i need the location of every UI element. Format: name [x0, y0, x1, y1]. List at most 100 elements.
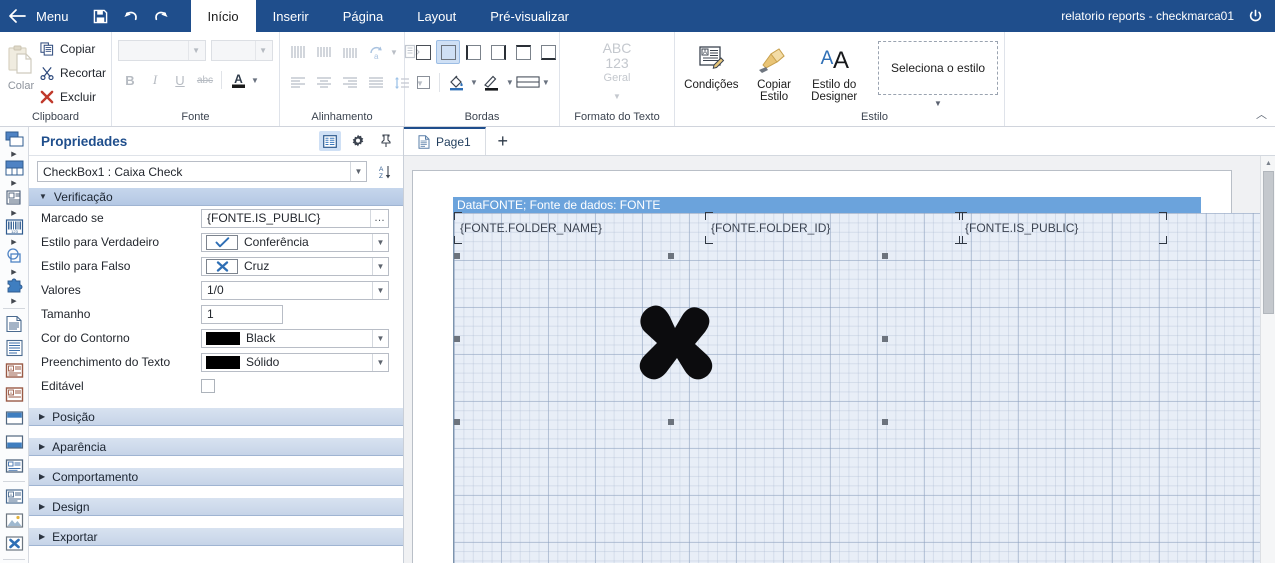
estilo-verdadeiro-dropdown[interactable]: Conferência ▼ — [201, 232, 389, 252]
menu-button[interactable]: Menu — [34, 0, 81, 32]
align-bottom-button[interactable] — [338, 40, 362, 64]
border-bottom-button[interactable] — [536, 40, 560, 64]
resize-corner[interactable] — [454, 236, 462, 244]
tab-inicio[interactable]: Início — [190, 0, 256, 32]
border-top-button[interactable] — [511, 40, 535, 64]
resize-handle-se[interactable] — [882, 419, 888, 425]
chevron-down-icon[interactable]: ▼ — [542, 78, 550, 87]
resize-corner[interactable] — [705, 236, 713, 244]
sort-az-icon[interactable]: AZ — [373, 162, 395, 182]
undo-icon[interactable] — [117, 0, 145, 32]
align-justify-button[interactable] — [364, 71, 388, 95]
editavel-checkbox[interactable] — [201, 379, 215, 393]
text-rotation-button[interactable]: a — [364, 40, 388, 64]
canvas-vertical-scrollbar[interactable]: ▲ — [1260, 156, 1275, 563]
font-size-combo[interactable]: ▼ — [211, 40, 273, 61]
delete-button[interactable]: Excluir — [38, 85, 112, 109]
category-design[interactable]: ▶ Design — [29, 497, 403, 516]
tool-bands-expander[interactable]: ▶ — [1, 150, 28, 159]
power-icon[interactable] — [1244, 9, 1267, 24]
cut-button[interactable]: Recortar — [38, 61, 112, 85]
preenchimento-texto-dropdown[interactable]: Sólido ▼ — [201, 352, 389, 372]
tool-bands[interactable] — [1, 129, 28, 150]
pin-icon[interactable] — [375, 131, 397, 151]
align-center-button[interactable] — [312, 71, 336, 95]
category-posicao[interactable]: ▶ Posição — [29, 407, 403, 426]
tool-shapes-expander[interactable]: ▶ — [1, 267, 28, 276]
category-comportamento[interactable]: ▶ Comportamento — [29, 467, 403, 486]
tool-data-text[interactable]: A — [1, 360, 28, 384]
marcado-se-input[interactable]: {FONTE.IS_PUBLIC} … — [201, 208, 389, 228]
chevron-down-icon[interactable]: ▼ — [506, 78, 514, 87]
object-selector[interactable]: CheckBox1 : Caixa Check ▼ — [37, 161, 367, 182]
add-page-button[interactable]: + — [486, 127, 520, 155]
properties-list-icon[interactable] — [319, 131, 341, 151]
tool-table[interactable] — [1, 454, 28, 478]
report-page[interactable]: DataFONTE; Fonte de dados: FONTE {FONTE.… — [412, 170, 1271, 563]
resize-handle-w[interactable] — [454, 336, 460, 342]
tool-barcode[interactable]: 123 — [1, 217, 28, 238]
estilo-falso-dropdown[interactable]: Cruz ▼ — [201, 256, 389, 276]
tab-pre-visualizar[interactable]: Pré-visualizar — [473, 0, 586, 32]
tool-image[interactable] — [1, 509, 28, 533]
strikethrough-button[interactable]: abc — [193, 68, 217, 92]
category-aparencia[interactable]: ▶ Aparência — [29, 437, 403, 456]
selected-checkbox-component[interactable] — [454, 253, 888, 425]
align-left-button[interactable] — [286, 71, 310, 95]
tool-data-band-expander[interactable]: ▶ — [1, 209, 28, 218]
tool-text[interactable] — [1, 312, 28, 336]
redo-icon[interactable] — [147, 0, 175, 32]
chevron-down-icon[interactable]: ▼ — [372, 329, 388, 347]
category-exportar[interactable]: ▶ Exportar — [29, 527, 403, 546]
designer-style-button[interactable]: AA Estilo do Designer — [806, 37, 862, 103]
resize-handle-nw[interactable] — [454, 253, 460, 259]
tool-checkbox[interactable] — [1, 532, 28, 556]
italic-button[interactable]: I — [143, 68, 167, 92]
text-format-button[interactable]: ABC 123 Geral ▼ — [584, 37, 650, 104]
font-name-combo[interactable]: ▼ — [118, 40, 206, 61]
back-button[interactable] — [0, 0, 34, 32]
ellipsis-button[interactable]: … — [370, 209, 388, 227]
tool-cross-bands-expander[interactable]: ▶ — [1, 179, 28, 188]
tool-barcode-expander[interactable]: ▶ — [1, 238, 28, 247]
resize-handle-n[interactable] — [668, 253, 674, 259]
chevron-down-icon[interactable]: ▼ — [470, 78, 478, 87]
tool-panel-top[interactable] — [1, 407, 28, 431]
chevron-down-icon[interactable]: ▼ — [251, 76, 259, 85]
align-right-button[interactable] — [338, 71, 362, 95]
paste-button[interactable]: Colar — [6, 37, 36, 92]
font-color-button[interactable]: A — [226, 68, 250, 92]
border-none-button[interactable] — [436, 40, 460, 64]
chevron-down-icon[interactable]: ▼ — [372, 233, 388, 251]
border-clear-button[interactable] — [411, 70, 435, 94]
style-picker-chevron-down-icon[interactable]: ▼ — [878, 99, 998, 108]
format-painter-button[interactable]: Copiar Estilo — [744, 37, 805, 103]
canvas-scroll-area[interactable]: DataFONTE; Fonte de dados: FONTE {FONTE.… — [404, 156, 1275, 563]
resize-corner[interactable] — [705, 212, 713, 220]
tool-components-expander[interactable]: ▶ — [1, 297, 28, 306]
border-right-button[interactable] — [486, 40, 510, 64]
category-verificacao[interactable]: ▼ Verificação — [29, 187, 403, 206]
tool-cross-bands[interactable] — [1, 158, 28, 179]
save-icon[interactable] — [87, 0, 115, 32]
underline-button[interactable]: U — [168, 68, 192, 92]
border-left-button[interactable] — [461, 40, 485, 64]
copy-button[interactable]: Copiar — [38, 37, 112, 61]
canvas-scroll-thumb[interactable] — [1262, 171, 1274, 314]
chevron-down-icon[interactable]: ▼ — [372, 281, 388, 299]
resize-handle-s[interactable] — [668, 419, 674, 425]
resize-corner[interactable] — [1159, 236, 1167, 244]
page-tab-page1[interactable]: Page1 — [404, 127, 486, 155]
resize-handle-e[interactable] — [882, 336, 888, 342]
cor-contorno-dropdown[interactable]: Black ▼ — [201, 328, 389, 348]
chevron-down-icon[interactable]: ▼ — [350, 162, 366, 181]
tool-data-band[interactable] — [1, 188, 28, 209]
tool-text-rich[interactable] — [1, 336, 28, 360]
field-folder-id[interactable]: {FONTE.FOLDER_ID} — [705, 212, 963, 244]
tool-panel-bottom[interactable] — [1, 431, 28, 455]
border-style-button[interactable] — [516, 70, 540, 94]
fill-color-button[interactable] — [444, 70, 468, 94]
border-all-button[interactable] — [411, 40, 435, 64]
resize-corner[interactable] — [959, 212, 967, 220]
resize-corner[interactable] — [959, 236, 967, 244]
